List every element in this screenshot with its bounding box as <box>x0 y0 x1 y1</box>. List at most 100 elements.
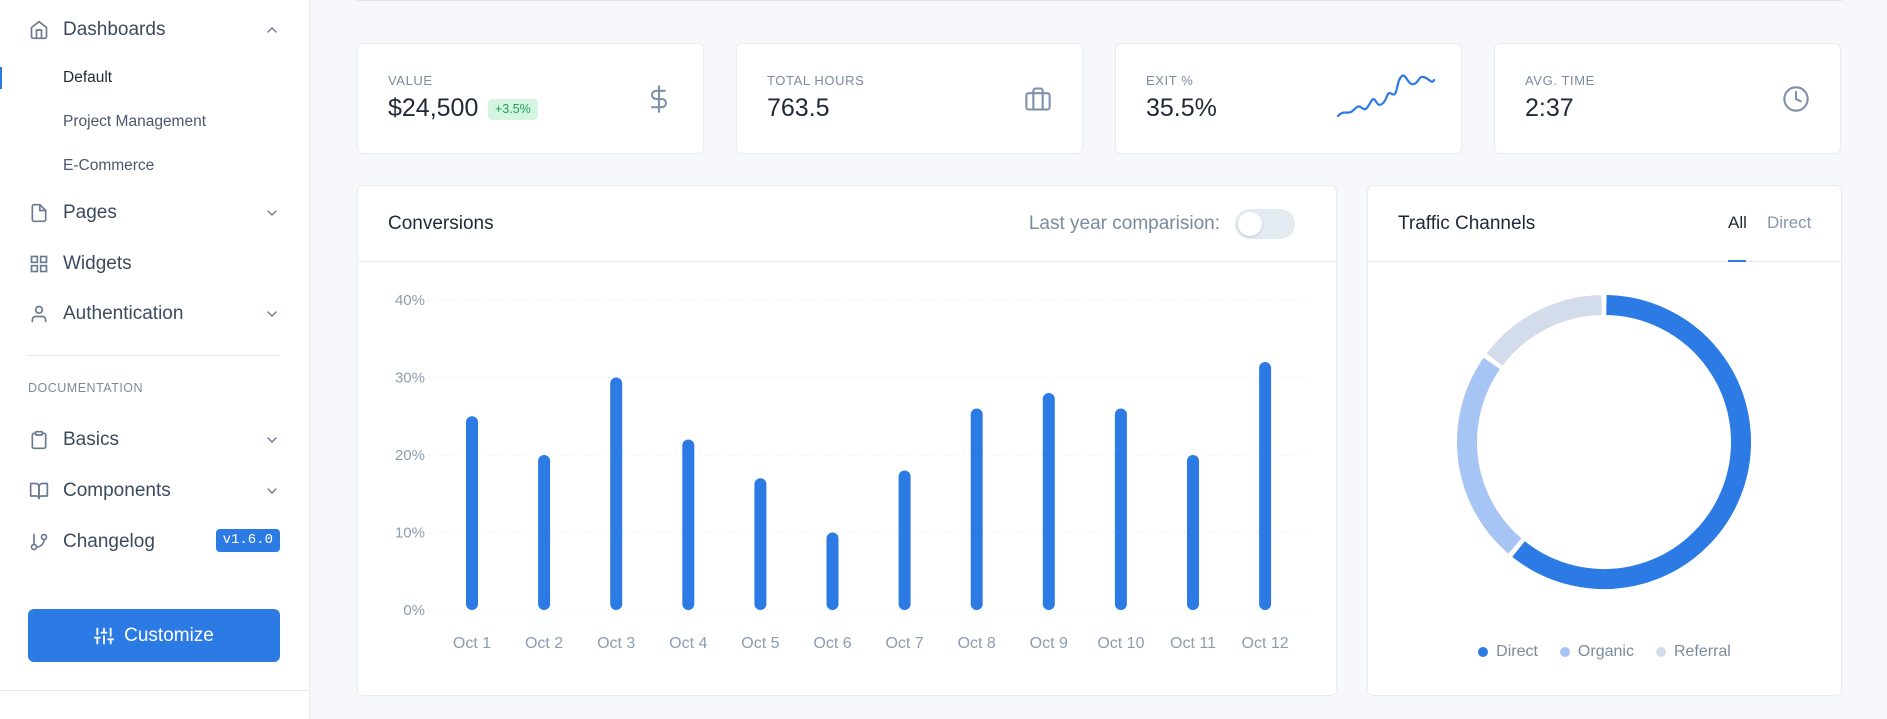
bar[interactable] <box>682 439 695 611</box>
home-icon <box>28 19 50 41</box>
card-title: Conversions <box>388 213 494 234</box>
legend-item-organic[interactable]: Organic <box>1559 643 1634 661</box>
sidebar-item-components[interactable]: Components <box>28 473 280 509</box>
bar[interactable] <box>466 416 478 610</box>
sidebar-subitem-project-management[interactable]: Project Management <box>63 113 206 131</box>
bar[interactable] <box>754 478 767 610</box>
stat-value: $24,500 <box>388 94 479 122</box>
y-tick-label: 10% <box>395 525 425 542</box>
customize-button[interactable]: Customize <box>28 609 280 662</box>
last-year-toggle[interactable] <box>1235 209 1295 239</box>
sidebar-item-label: Components <box>63 480 171 501</box>
version-badge: v1.6.0 <box>215 529 280 552</box>
stat-label: VALUE <box>388 73 433 88</box>
header-divider <box>357 0 1842 1</box>
chevron-down-icon <box>264 432 280 448</box>
stat-value: 2:37 <box>1525 94 1574 122</box>
chevron-down-icon <box>264 483 280 499</box>
stat-value: 35.5% <box>1146 94 1217 122</box>
stat-card-total-hours: TOTAL HOURS 763.5 <box>736 43 1083 154</box>
book-icon <box>28 480 50 502</box>
legend-dot <box>1559 647 1570 657</box>
conversions-card: Conversions Last year comparision: 0% 10%… <box>357 185 1337 696</box>
customize-label: Customize <box>124 624 214 646</box>
section-label-documentation: DOCUMENTATION <box>28 381 144 395</box>
x-tick-label: Oct 5 <box>741 635 779 652</box>
traffic-donut-chart <box>1457 295 1751 589</box>
bar[interactable] <box>1187 455 1199 610</box>
bar[interactable] <box>898 470 911 611</box>
x-tick-label: Oct 7 <box>885 635 923 652</box>
traffic-channels-card: Traffic Channels All Direct Direct Organi… <box>1367 185 1842 696</box>
legend-item-direct[interactable]: Direct <box>1478 643 1538 661</box>
bar[interactable] <box>970 408 983 611</box>
card-header: Traffic Channels All Direct <box>1368 186 1841 262</box>
y-tick-label: 20% <box>395 447 425 464</box>
x-tick-label: Oct 6 <box>813 635 851 652</box>
sparkline <box>1336 74 1436 118</box>
chevron-down-icon <box>264 306 280 322</box>
bar[interactable] <box>1114 408 1127 611</box>
donut-slice-organic[interactable] <box>1457 357 1522 554</box>
donut-slice-direct[interactable] <box>1512 295 1751 589</box>
legend-item-referral[interactable]: Referral <box>1655 643 1731 661</box>
sidebar-subitem-default[interactable]: Default <box>63 69 112 87</box>
sidebar-item-label: Pages <box>63 202 117 223</box>
stat-value: 763.5 <box>767 94 830 122</box>
clock-icon <box>1782 85 1810 113</box>
card-title: Traffic Channels <box>1398 213 1536 234</box>
tab-all[interactable]: All <box>1728 213 1747 233</box>
legend-dot <box>1478 647 1489 657</box>
sidebar-item-label: Basics <box>63 429 119 450</box>
x-tick-label: Oct 10 <box>1097 635 1144 652</box>
sidebar-item-authentication[interactable]: Authentication <box>28 296 280 332</box>
x-tick-label: Oct 8 <box>958 635 996 652</box>
x-tick-label: Oct 11 <box>1170 635 1216 652</box>
sidebar: Dashboards Default Project Management E-… <box>0 0 310 719</box>
file-icon <box>28 202 50 224</box>
x-tick-label: Oct 12 <box>1242 635 1289 652</box>
y-tick-label: 30% <box>395 370 425 387</box>
tab-direct[interactable]: Direct <box>1767 213 1811 233</box>
legend-dot <box>1655 647 1666 657</box>
stat-card-avg-time: AVG. TIME 2:37 <box>1494 43 1841 154</box>
status-badge: +3.5% <box>488 99 538 120</box>
stat-card-value: VALUE $24,500 +3.5% <box>357 43 704 154</box>
chevron-up-icon <box>264 22 280 38</box>
sidebar-subitem-ecommerce[interactable]: E-Commerce <box>63 157 154 175</box>
stat-label: AVG. TIME <box>1525 73 1595 88</box>
user-icon <box>28 303 50 325</box>
y-tick-label: 40% <box>395 292 425 309</box>
bar[interactable] <box>538 455 551 610</box>
briefcase-icon <box>1024 85 1052 113</box>
x-tick-label: Oct 3 <box>597 635 635 652</box>
legend-label: Referral <box>1673 643 1731 660</box>
sidebar-item-pages[interactable]: Pages <box>28 195 280 231</box>
y-tick-label: 0% <box>403 602 425 619</box>
chevron-down-icon <box>264 205 280 221</box>
sidebar-item-widgets[interactable]: Widgets <box>28 246 280 282</box>
sidebar-divider <box>28 355 280 356</box>
active-indicator <box>0 67 2 89</box>
sliders-icon <box>94 627 115 644</box>
bar[interactable] <box>826 532 839 611</box>
dollar-icon <box>645 85 673 113</box>
sidebar-item-dashboards[interactable]: Dashboards <box>28 12 280 48</box>
chart-legend: Direct Organic Referral <box>1368 643 1841 661</box>
sidebar-item-changelog[interactable]: Changelog v1.6.0 <box>28 524 280 560</box>
sidebar-item-label: Authentication <box>63 303 184 324</box>
sidebar-item-label: Changelog <box>63 531 155 552</box>
legend-label: Organic <box>1577 643 1634 660</box>
legend-label: Direct <box>1496 643 1538 660</box>
bar[interactable] <box>610 377 623 611</box>
sidebar-item-label: Dashboards <box>63 19 166 40</box>
sidebar-item-label: Widgets <box>63 253 132 274</box>
stat-label: EXIT % <box>1146 73 1194 88</box>
sidebar-item-basics[interactable]: Basics <box>28 422 280 458</box>
bar[interactable] <box>1259 362 1272 610</box>
donut-slice-referral[interactable] <box>1486 295 1603 366</box>
bar[interactable] <box>1042 393 1055 610</box>
conversions-bar-chart: 0% 10% 20% 30% 40% Oct 1 Oct 2 Oct 3 Oct 4 Oct 5 O… <box>395 292 1306 652</box>
clipboard-icon <box>28 429 50 451</box>
sidebar-footer-divider <box>0 690 310 691</box>
